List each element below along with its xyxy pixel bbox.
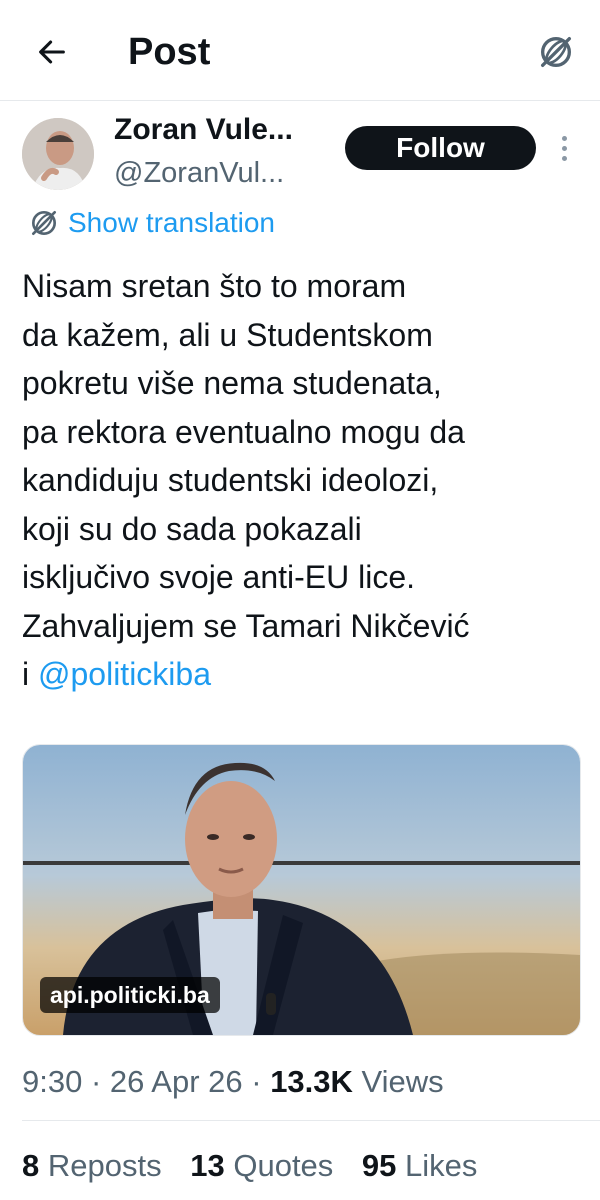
show-translation-button[interactable]: Show translation xyxy=(28,204,275,242)
reposts-label: Reposts xyxy=(47,1148,162,1183)
reposts-stat[interactable]: 8 Reposts xyxy=(22,1148,162,1183)
post-date: 26 Apr 26 xyxy=(109,1064,243,1099)
back-button[interactable] xyxy=(28,28,76,76)
post-time: 9:30 xyxy=(22,1064,83,1099)
globe-translate-icon xyxy=(32,211,56,235)
author-handle[interactable]: @ZoranVul... xyxy=(114,156,284,190)
divider xyxy=(22,1120,600,1121)
globe-translate-icon xyxy=(541,37,571,68)
views-label: Views xyxy=(361,1064,444,1099)
reposts-count: 8 xyxy=(22,1148,40,1183)
avatar[interactable] xyxy=(22,118,94,190)
author-name[interactable]: Zoran Vule... xyxy=(114,112,293,148)
likes-stat[interactable]: 95 Likes xyxy=(362,1148,477,1183)
link-domain-badge[interactable]: api.politicki.ba xyxy=(40,977,220,1013)
post-meta: 9:30 · 26 Apr 26 · 13.3K Views xyxy=(22,1064,444,1099)
mention-link[interactable]: @politickiba xyxy=(38,656,211,692)
tweet-text: Nisam sretan što to moram da kažem, ali … xyxy=(22,262,582,699)
views-count[interactable]: 13.3K xyxy=(270,1064,353,1099)
quotes-count: 13 xyxy=(190,1148,225,1183)
more-options-button[interactable] xyxy=(550,128,578,168)
top-bar: Post xyxy=(0,0,600,101)
likes-label: Likes xyxy=(405,1148,478,1183)
show-translation-label: Show translation xyxy=(68,207,276,238)
engagement-stats: 8 Reposts 13 Quotes 95 Likes xyxy=(22,1146,497,1186)
more-dot-icon xyxy=(561,135,567,141)
quotes-label: Quotes xyxy=(233,1148,334,1183)
likes-count: 95 xyxy=(361,1148,397,1183)
quotes-stat[interactable]: 13 Quotes xyxy=(190,1148,333,1183)
follow-button[interactable]: Follow xyxy=(345,126,536,170)
translate-post-button[interactable] xyxy=(532,28,580,76)
more-dot-icon xyxy=(561,155,567,161)
page-title: Post xyxy=(128,31,211,73)
tweet-body: Nisam sretan što to moram da kažem, ali … xyxy=(22,268,470,692)
more-dot-icon xyxy=(561,145,567,151)
arrow-left-icon xyxy=(39,40,65,64)
